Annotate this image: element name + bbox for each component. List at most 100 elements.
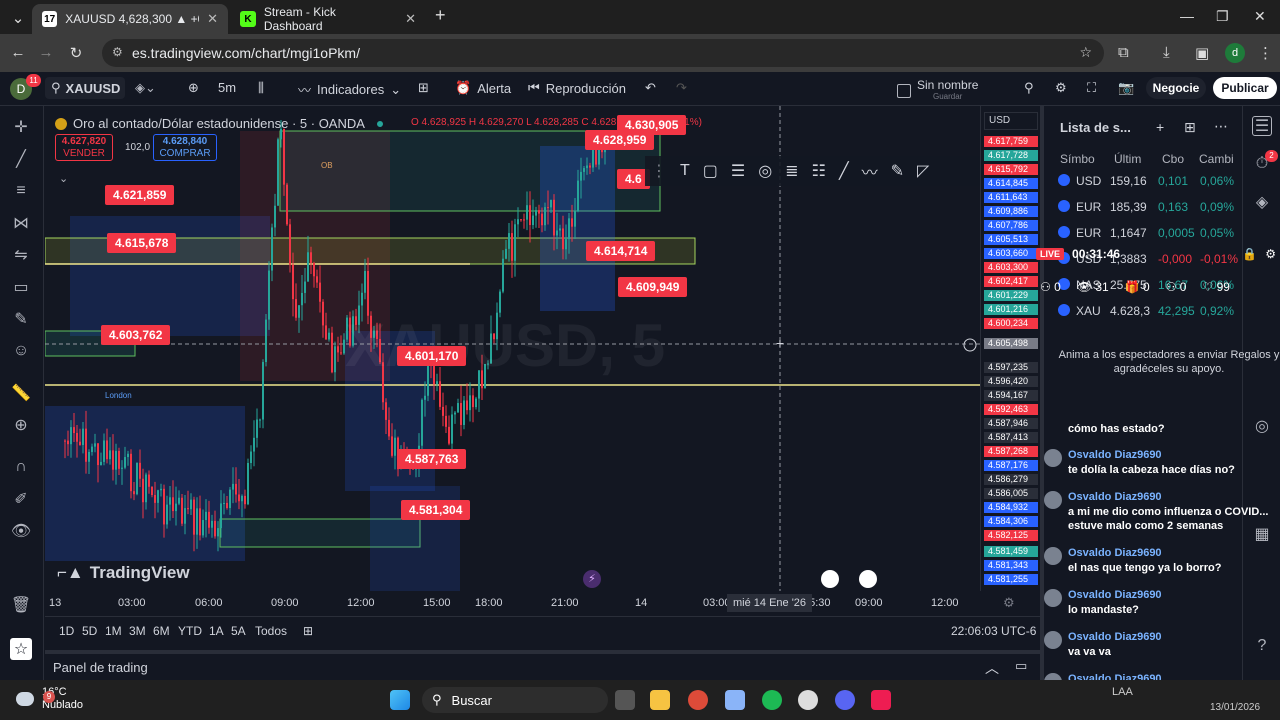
more-options-icon[interactable]: ⋯ — [1214, 118, 1228, 135]
negocie-button[interactable]: Negocie — [1146, 77, 1206, 99]
symbol-search-input[interactable]: ⚲ XAUUSD — [45, 77, 125, 99]
text-annotation-icon[interactable]: T — [680, 162, 690, 180]
circle-icon[interactable]: ◎ — [758, 161, 772, 181]
add-symbol-icon[interactable]: ⊕ — [188, 80, 199, 96]
weather-widget[interactable]: 9 16°C Nublado — [16, 686, 83, 712]
date-range-icon[interactable]: ⊞ — [303, 624, 313, 638]
watchlist-row[interactable]: USD 159,16 0,101 0,06% — [1044, 168, 1242, 194]
range-button-todos[interactable]: Todos — [255, 624, 287, 638]
price-label[interactable]: 4.609,949 — [618, 277, 688, 297]
reload-icon[interactable]: ↻ — [62, 44, 90, 62]
axis-settings-icon[interactable]: ⚙ — [1003, 595, 1015, 611]
file-explorer-icon[interactable] — [650, 690, 670, 710]
tiktok-icon[interactable] — [871, 690, 891, 710]
shapes-icon[interactable]: ▭ — [10, 276, 32, 298]
quick-search-icon[interactable]: ⚲ — [1024, 80, 1034, 96]
redo-icon[interactable]: ↷ — [676, 80, 687, 96]
price-label[interactable]: 4.587,763 — [397, 449, 467, 469]
close-tab-icon[interactable]: ✕ — [207, 11, 218, 27]
line-tool-icon[interactable]: ╱ — [839, 161, 849, 181]
close-tab-icon[interactable]: ✕ — [405, 11, 416, 27]
expand-panel-icon[interactable]: ︿ — [985, 658, 999, 678]
obs-icon[interactable] — [798, 690, 818, 710]
text-tool-icon[interactable]: ✎ — [10, 308, 32, 330]
range-button-5d[interactable]: 5D — [82, 624, 97, 638]
new-tab-icon[interactable]: + — [435, 5, 446, 26]
windows-start-icon[interactable] — [390, 690, 410, 710]
utc-clock[interactable]: 22:06:03 UTC-6 — [951, 624, 1036, 638]
pattern-icon[interactable]: ⋈ — [10, 212, 32, 234]
minimize-icon[interactable]: — — [1180, 8, 1194, 24]
us-flag-event-icon[interactable] — [859, 570, 877, 588]
chrome-icon[interactable] — [688, 690, 708, 710]
tab-search-icon[interactable]: ⌄ — [4, 9, 32, 27]
range-button-3m[interactable]: 3M — [129, 624, 146, 638]
ruler-icon[interactable]: 📏 — [10, 382, 32, 404]
replay-button[interactable]: ⏮ Reproducción — [528, 80, 626, 96]
price-chart[interactable]: + XAUUSD, 5 Oro al contado/Dólar estadou… — [45, 106, 980, 591]
chart-type-icon[interactable]: ⫼ — [258, 80, 264, 96]
rectangle-icon[interactable]: ▢ — [703, 161, 718, 181]
brush-icon[interactable]: ✎ — [891, 161, 904, 181]
app-icon[interactable] — [725, 690, 745, 710]
extension-icon[interactable]: ▣ — [1195, 44, 1209, 62]
range-button-5a[interactable]: 5A — [231, 624, 246, 638]
drag-handle-icon[interactable]: ⋮ — [651, 161, 667, 181]
publicar-button[interactable]: Publicar — [1213, 77, 1277, 99]
forecast-icon[interactable]: ⇋ — [10, 244, 32, 266]
range-button-1m[interactable]: 1M — [105, 624, 122, 638]
parallel-channel-icon[interactable]: ≣ — [785, 161, 798, 181]
sell-button[interactable]: 4.627,820 VENDER — [55, 134, 113, 161]
time-axis[interactable]: 13 03:00 06:00 09:00 12:00 15:00 18:00 21:00 14 0… — [45, 591, 1040, 615]
maximize-panel-icon[interactable]: ▭ — [1015, 658, 1027, 674]
task-view-icon[interactable] — [615, 690, 635, 710]
discord-icon[interactable] — [835, 690, 855, 710]
col-change-header[interactable]: Cbo — [1162, 152, 1184, 166]
callout-icon[interactable]: ◸ — [917, 161, 929, 181]
layouts-icon[interactable]: ⊞ — [418, 80, 429, 96]
table-view-icon[interactable]: ⊞ — [1184, 119, 1196, 136]
price-label[interactable]: 4.628,959 — [585, 130, 655, 150]
event-lightning-icon[interactable]: ⚡ — [583, 570, 601, 588]
currency-select[interactable]: USD — [984, 112, 1038, 130]
price-label[interactable]: 4.614,714 — [586, 241, 656, 261]
range-button-6m[interactable]: 6M — [153, 624, 170, 638]
horizontal-lines-icon[interactable]: ☰ — [731, 161, 745, 181]
magnet-icon[interactable]: ∩ — [10, 456, 32, 478]
system-date[interactable]: 13/01/2026 — [1210, 702, 1260, 713]
bookmark-star-icon[interactable]: ☆ — [1079, 44, 1092, 61]
price-label[interactable]: 4.621,859 — [105, 185, 175, 205]
col-change-pct-header[interactable]: Cambi — [1199, 152, 1234, 166]
extensions-icon[interactable]: ⧉ — [1118, 44, 1129, 61]
system-tray-lang[interactable]: LAA — [1112, 686, 1133, 698]
compare-icon[interactable]: ◈⌄ — [135, 80, 156, 96]
watchlist-icon[interactable]: ☰ — [1252, 116, 1272, 136]
undo-icon[interactable]: ↶ — [645, 80, 656, 96]
url-input[interactable]: ⚙ es.tradingview.com/chart/mgi1oPkm/ ☆ — [102, 39, 1104, 67]
tab-kick[interactable]: K Stream - Kick Dashboard ✕ — [230, 4, 426, 34]
close-window-icon[interactable]: ✕ — [1254, 8, 1266, 25]
col-last-header[interactable]: Últim — [1114, 152, 1141, 166]
chat-username[interactable]: Osvaldo Diaz9690 — [1068, 546, 1162, 560]
watchlist-title[interactable]: Lista de s... — [1060, 120, 1131, 135]
layers-icon[interactable]: ◈ — [1252, 192, 1272, 212]
add-alert-plus-icon[interactable] — [963, 338, 977, 352]
add-symbol-plus-icon[interactable]: + — [1156, 119, 1164, 135]
eye-icon[interactable]: 👁 — [10, 520, 32, 542]
site-info-icon[interactable]: ⚙ — [112, 45, 123, 59]
download-icon[interactable]: ⤓ — [1163, 44, 1170, 61]
range-button-ytd[interactable]: YTD — [178, 624, 202, 638]
chat-username[interactable]: Osvaldo Diaz9690 — [1068, 630, 1162, 644]
watchlist-row[interactable]: EUR 185,39 0,163 0,09% — [1044, 194, 1242, 220]
fib-channel-icon[interactable]: ☷ — [812, 161, 826, 181]
price-label[interactable]: 4.581,304 — [401, 500, 471, 520]
layout-name-button[interactable]: Sin nombre Guardar — [897, 79, 978, 102]
trend-line-icon[interactable]: ╱ — [10, 148, 32, 170]
spotify-icon[interactable] — [762, 690, 782, 710]
lock-icon[interactable]: 🔒 — [1242, 247, 1257, 261]
chat-username[interactable]: Osvaldo Diaz9690 — [1068, 588, 1162, 602]
emoji-icon[interactable]: ☺ — [10, 340, 32, 362]
back-icon[interactable]: ← — [4, 44, 32, 61]
price-label[interactable]: 4.603,762 — [101, 325, 171, 345]
crosshair-icon[interactable]: ✛ — [10, 116, 32, 138]
